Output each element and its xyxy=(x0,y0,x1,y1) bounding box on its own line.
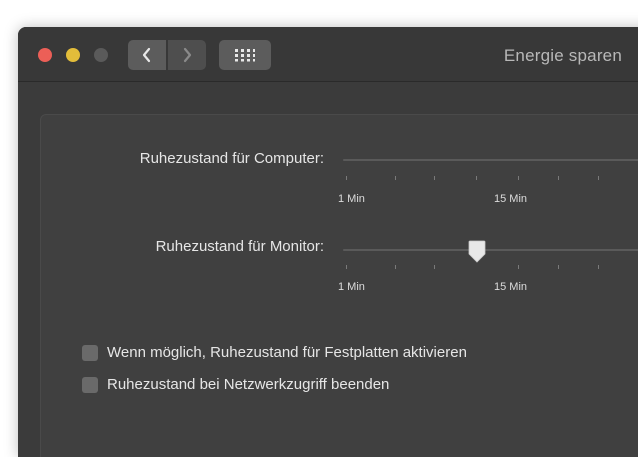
tick xyxy=(518,176,519,180)
tick xyxy=(558,265,559,269)
grid-icon xyxy=(235,49,255,62)
monitor-tick-label-1min: 1 Min xyxy=(338,281,365,293)
computer-sleep-slider[interactable] xyxy=(343,159,638,161)
chevron-left-icon xyxy=(142,47,151,63)
monitor-sleep-slider[interactable] xyxy=(343,249,638,251)
zoom-button[interactable] xyxy=(94,48,108,62)
monitor-sleep-label: Ruhezustand für Monitor: xyxy=(155,238,324,255)
tick xyxy=(434,176,435,180)
tick xyxy=(395,265,396,269)
monitor-slider-thumb[interactable] xyxy=(468,240,486,264)
computer-sleep-label: Ruhezustand für Computer: xyxy=(139,150,324,167)
disk-sleep-label: Wenn möglich, Ruhezustand für Festplatte… xyxy=(107,344,467,361)
back-button[interactable] xyxy=(128,40,166,70)
tick xyxy=(598,265,599,269)
tick xyxy=(518,265,519,269)
forward-button[interactable] xyxy=(168,40,206,70)
computer-tick-label-1min: 1 Min xyxy=(338,193,365,205)
monitor-tick-label-15min: 15 Min xyxy=(494,281,528,293)
tick xyxy=(598,176,599,180)
tick xyxy=(346,176,347,180)
wake-network-option[interactable]: Ruhezustand bei Netzwerkzugriff beenden xyxy=(82,376,389,393)
tick xyxy=(346,265,347,269)
close-button[interactable] xyxy=(38,48,52,62)
minimize-button[interactable] xyxy=(66,48,80,62)
tick xyxy=(434,265,435,269)
title-bar: Energie sparen xyxy=(18,27,638,82)
window-title: Energie sparen xyxy=(503,46,622,65)
wake-network-label: Ruhezustand bei Netzwerkzugriff beenden xyxy=(107,376,390,393)
wake-network-checkbox[interactable] xyxy=(82,376,98,393)
show-all-button[interactable] xyxy=(219,40,271,70)
chevron-right-icon xyxy=(183,47,192,63)
preferences-window: Energie sparen Ruhezustand für Computer:… xyxy=(18,27,638,457)
tick xyxy=(395,176,396,180)
disk-sleep-option[interactable]: Wenn möglich, Ruhezustand für Festplatte… xyxy=(82,344,467,361)
tick xyxy=(476,176,477,180)
tick xyxy=(558,176,559,180)
disk-sleep-checkbox[interactable] xyxy=(82,344,98,361)
computer-tick-label-15min: 15 Min xyxy=(494,193,528,205)
